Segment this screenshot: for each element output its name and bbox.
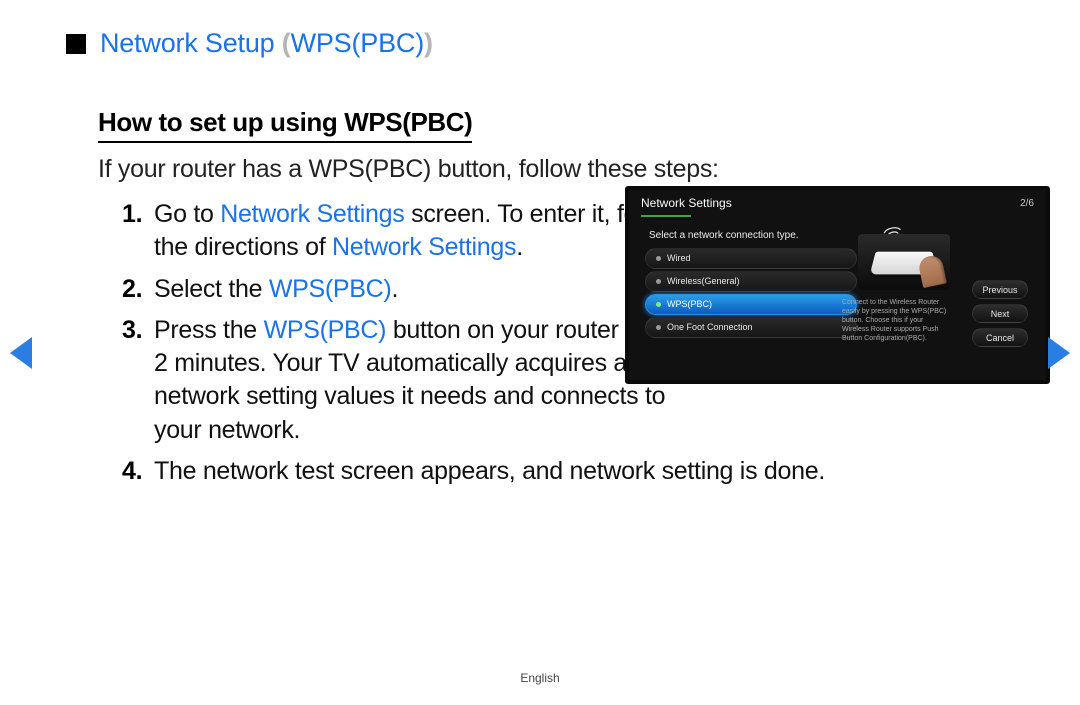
radio-dot-icon <box>656 302 661 307</box>
radio-dot-icon <box>656 256 661 261</box>
panel-description: Connect to the Wireless Router easily by… <box>842 298 950 343</box>
step2-link-wpspbc: WPS(PBC) <box>269 275 392 303</box>
router-illustration <box>858 234 950 290</box>
language-label: English <box>0 671 1080 685</box>
radio-dot-icon <box>656 279 661 284</box>
option-one-foot[interactable]: One Foot Connection <box>645 317 857 338</box>
step1-t3: . <box>516 233 523 261</box>
next-page-arrow-icon[interactable] <box>1048 337 1070 369</box>
option-wireless-label: Wireless(General) <box>667 271 740 292</box>
option-wireless-general[interactable]: Wireless(General) <box>645 271 857 292</box>
option-wired-label: Wired <box>667 248 691 269</box>
option-onefoot-label: One Foot Connection <box>667 317 753 338</box>
step2-t2: . <box>391 275 398 303</box>
step1-link-network-settings-2: Network Settings <box>332 233 516 261</box>
step3-t1: Press the <box>154 316 264 344</box>
step4-t1: The network test screen appears, and net… <box>154 457 825 485</box>
step3-link-wpspbc: WPS(PBC) <box>264 316 387 344</box>
prev-page-arrow-icon[interactable] <box>10 337 32 369</box>
title-paren-close: ) <box>424 28 433 58</box>
option-wpspbc[interactable]: WPS(PBC) <box>645 294 857 315</box>
intro-text: If your router has a WPS(PBC) button, fo… <box>98 155 1020 184</box>
cancel-button[interactable]: Cancel <box>972 328 1028 347</box>
title-mode: WPS(PBC) <box>291 28 424 58</box>
panel-pager: 2/6 <box>1020 198 1034 209</box>
finger-icon <box>917 254 947 288</box>
panel-title: Network Settings <box>641 196 732 210</box>
step2-t1: Select the <box>154 275 269 303</box>
title-paren-open: ( <box>282 28 291 58</box>
panel-subtitle: Select a network connection type. <box>649 230 799 241</box>
option-wpspbc-label: WPS(PBC) <box>667 294 712 315</box>
network-settings-screenshot: Network Settings 2/6 Select a network co… <box>625 186 1050 384</box>
step-4: The network test screen appears, and net… <box>122 455 1020 488</box>
next-button[interactable]: Next <box>972 304 1028 323</box>
step1-t1: Go to <box>154 200 220 228</box>
subsection-heading: How to set up using WPS(PBC) <box>98 107 472 143</box>
connection-type-list: Wired Wireless(General) WPS(PBC) One Foo… <box>645 248 857 340</box>
panel-title-underline <box>641 215 691 217</box>
panel-buttons: Previous Next Cancel <box>972 280 1028 352</box>
step1-link-network-settings: Network Settings <box>220 200 404 228</box>
section-heading: Network Setup (WPS(PBC)) <box>66 28 1020 59</box>
title-prefix: Network Setup <box>100 28 282 58</box>
panel-inner: Network Settings 2/6 Select a network co… <box>629 190 1046 380</box>
radio-dot-icon <box>656 325 661 330</box>
previous-button[interactable]: Previous <box>972 280 1028 299</box>
option-wired[interactable]: Wired <box>645 248 857 269</box>
page: Network Setup (WPS(PBC)) How to set up u… <box>0 0 1080 705</box>
square-bullet-icon <box>66 34 86 54</box>
